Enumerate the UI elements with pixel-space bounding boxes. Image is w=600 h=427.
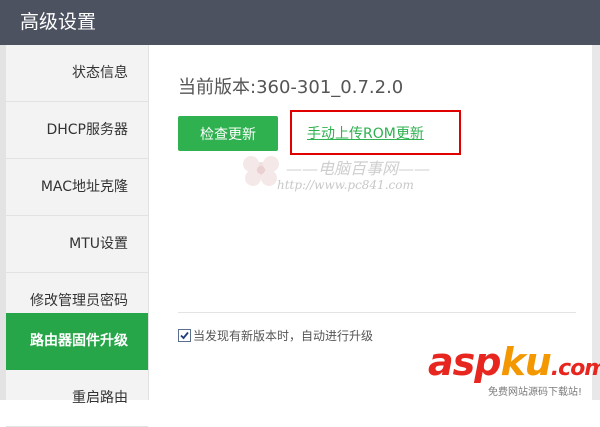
auto-upgrade-option: 当发现有新版本时，自动进行升级 [178, 327, 373, 343]
title-bar: 高级设置 [0, 0, 600, 45]
manual-upload-link[interactable]: 手动上传ROM更新 [307, 123, 424, 143]
aspku-logo: aspku.com 免费网站源码下载站! [428, 340, 600, 400]
sidebar-item-dhcp[interactable]: DHCP服务器 [6, 102, 148, 159]
logo-text-suffix: .com [550, 356, 600, 381]
sidebar-item-firmware-upgrade[interactable]: 路由器固件升级 [6, 313, 148, 370]
checkmark-icon [180, 331, 189, 339]
auto-upgrade-checkbox[interactable] [178, 328, 191, 342]
logo-text-part1: asp [428, 340, 501, 384]
window-title: 高级设置 [20, 11, 97, 33]
watermark-url: http://www.pc841.com [277, 178, 414, 192]
sidebar-item-mac-clone[interactable]: MAC地址克隆 [6, 159, 148, 216]
auto-upgrade-label: 当发现有新版本时，自动进行升级 [193, 328, 374, 343]
sidebar-item-reboot[interactable]: 重启路由 [6, 370, 148, 427]
sidebar-item-mtu[interactable]: MTU设置 [6, 216, 148, 273]
current-version: 当前版本:360-301_0.7.2.0 [178, 77, 404, 98]
logo-subtitle: 免费网站源码下载站! [488, 387, 583, 398]
watermark-text: ——电脑百事网—— [286, 159, 431, 178]
sidebar-item-status[interactable]: 状态信息 [6, 45, 148, 102]
logo-text-part2: ku [500, 340, 551, 384]
divider [178, 312, 576, 313]
sidebar: 状态信息 DHCP服务器 MAC地址克隆 MTU设置 修改管理员密码 路由器固件… [6, 45, 149, 427]
check-update-button[interactable]: 检查更新 [178, 116, 278, 151]
